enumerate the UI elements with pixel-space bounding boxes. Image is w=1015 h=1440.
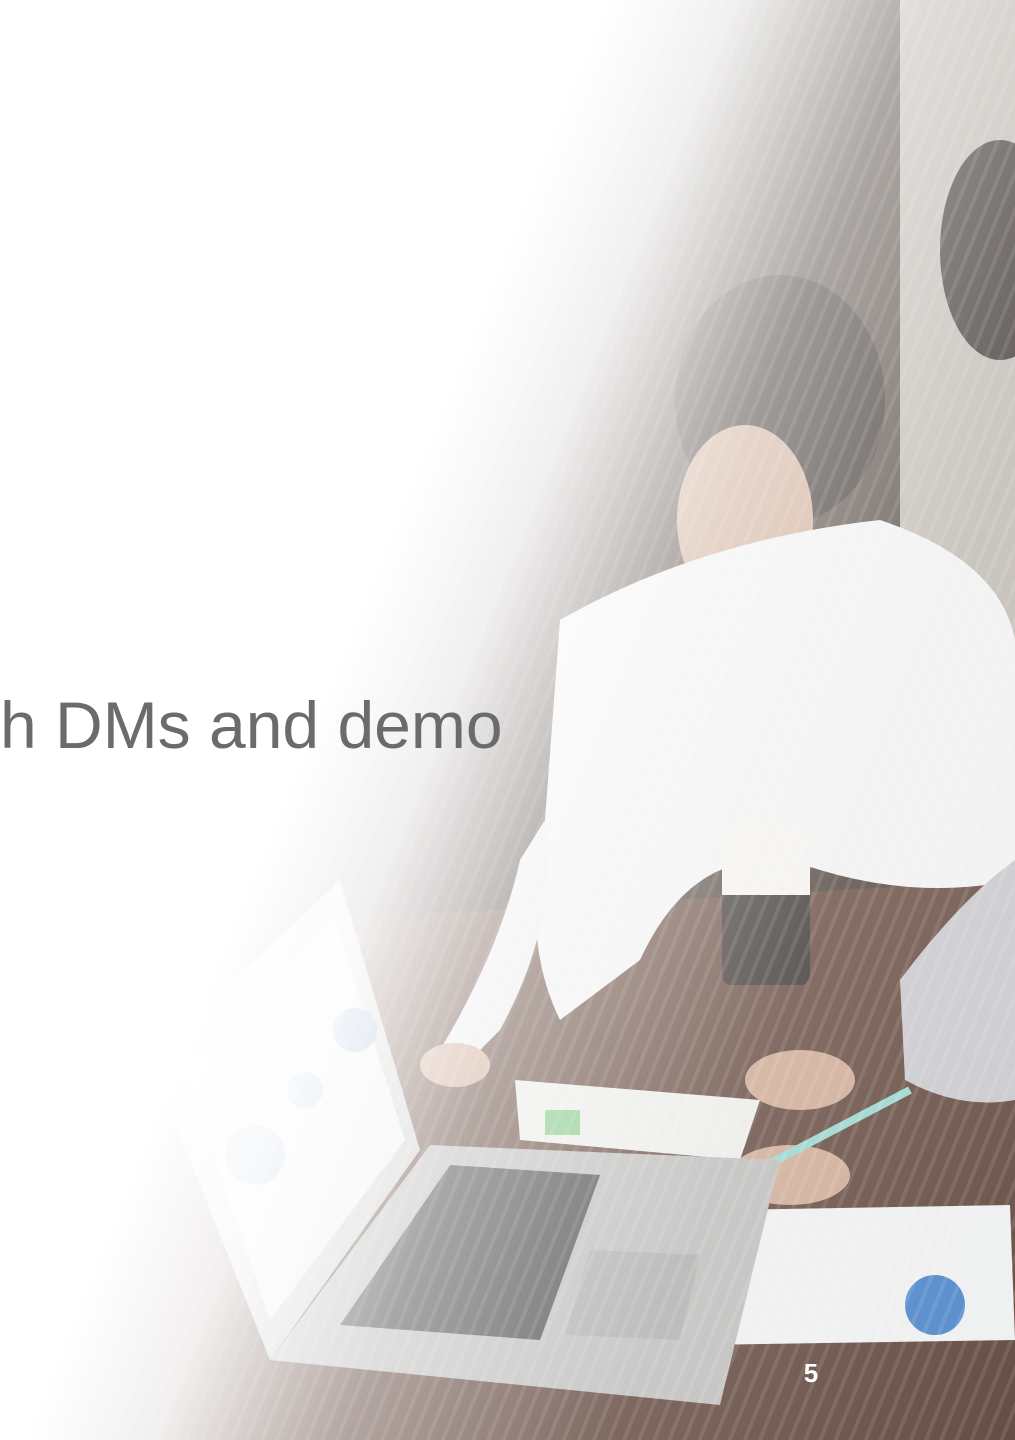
- page-number: 5: [803, 1358, 819, 1388]
- slide: h DMs and demo 5: [0, 0, 1015, 1440]
- slide-headline: h DMs and demo: [0, 688, 503, 762]
